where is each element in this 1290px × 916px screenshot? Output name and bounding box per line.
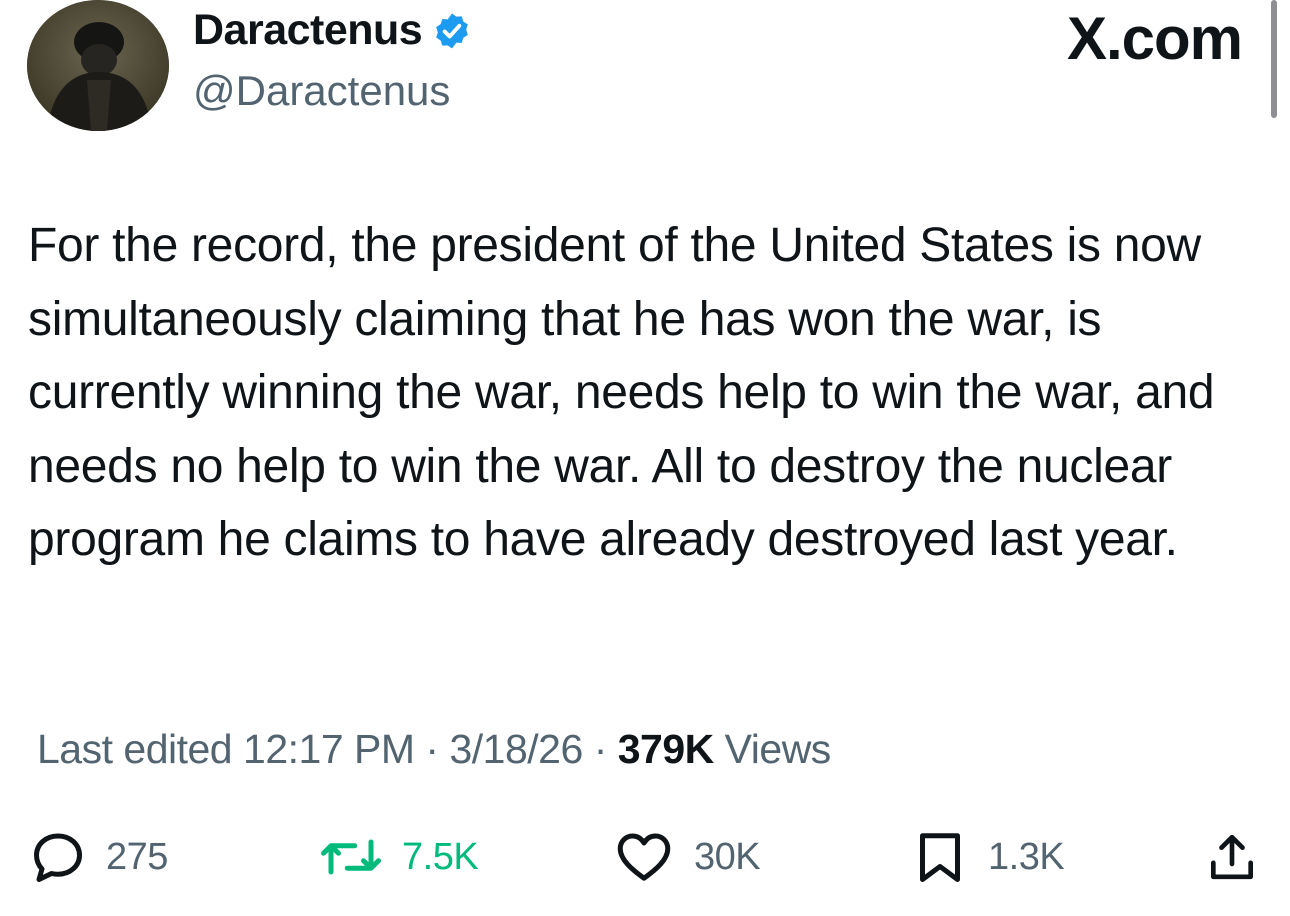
edit-date[interactable]: 3/18/26 bbox=[449, 726, 583, 772]
heart-icon bbox=[612, 827, 676, 887]
edited-label: Last edited bbox=[37, 726, 233, 772]
bookmark-count: 1.3K bbox=[988, 835, 1065, 878]
brand-logo-text: X.com bbox=[1066, 5, 1243, 72]
views-label: Views bbox=[724, 726, 832, 772]
separator: · bbox=[593, 726, 608, 772]
reply-icon bbox=[28, 827, 88, 887]
share-button[interactable] bbox=[1204, 822, 1260, 892]
avatar-image bbox=[27, 0, 169, 131]
tweet-text: For the record, the president of the Uni… bbox=[28, 219, 1215, 566]
like-count: 30K bbox=[694, 835, 761, 878]
retweet-icon bbox=[318, 827, 384, 887]
separator: · bbox=[425, 726, 439, 772]
views-count: 379K bbox=[617, 726, 715, 772]
action-bar: 275 7.5K 30K 1.3K bbox=[0, 822, 1290, 892]
tweet-metadata: Last edited 12:17 PM · 3/18/26 · 379K Vi… bbox=[37, 726, 831, 773]
display-name[interactable]: Daractenus bbox=[193, 6, 472, 55]
retweet-button[interactable]: 7.5K bbox=[318, 822, 479, 892]
display-name-text[interactable]: Daractenus bbox=[193, 6, 423, 55]
share-icon bbox=[1204, 827, 1260, 887]
scrollbar[interactable] bbox=[1271, 0, 1277, 118]
user-handle[interactable]: @Daractenus bbox=[193, 67, 450, 115]
retweet-count: 7.5K bbox=[402, 835, 479, 878]
like-button[interactable]: 30K bbox=[612, 822, 761, 892]
bookmark-icon bbox=[910, 827, 970, 887]
reply-button[interactable]: 275 bbox=[28, 822, 168, 892]
reply-count: 275 bbox=[106, 835, 168, 878]
avatar[interactable] bbox=[27, 0, 169, 131]
bookmark-button[interactable]: 1.3K bbox=[910, 822, 1065, 892]
verified-badge-icon bbox=[432, 11, 472, 51]
edit-time[interactable]: 12:17 PM bbox=[243, 726, 415, 772]
